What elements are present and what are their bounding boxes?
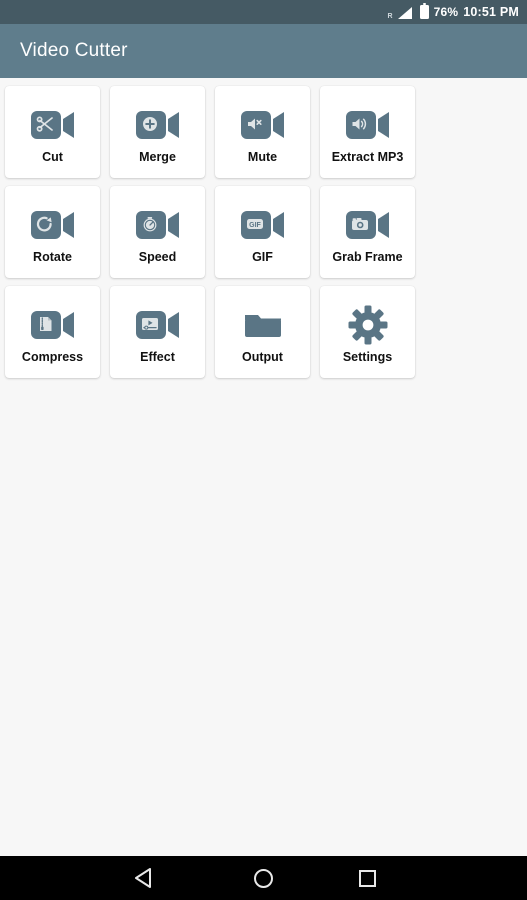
feature-tile-label: Compress [21,349,84,364]
folder-glyph [244,314,281,337]
video-camera-frame [135,110,179,139]
speaker-wave-video-icon [344,101,392,149]
gif-badge-video-icon: GIF [239,201,287,249]
feature-tile-settings[interactable]: Settings [320,286,415,378]
folder-icon [241,301,285,349]
feature-tile-label: Grab Frame [332,249,403,264]
rotate-video-icon [29,201,77,249]
feature-tile-label: Effect [140,349,175,364]
play-slider-video-icon [134,301,182,349]
video-camera-frame [345,210,389,239]
feature-tile-label: GIF [252,249,273,264]
photo-camera-video-icon [344,201,392,249]
video-camera-frame [30,210,74,239]
feature-tile-label: Speed [138,249,177,264]
app-bar: Video Cutter [0,24,527,78]
scissors-video-icon [29,101,77,149]
android-navigation-bar [0,856,527,900]
video-camera-frame [30,310,74,339]
feature-tile-label: Rotate [33,249,72,264]
video-camera-frame [240,110,284,139]
recents-icon[interactable] [359,869,376,887]
feature-tile-speed[interactable]: Speed [110,186,205,278]
video-camera-frame [30,110,74,139]
feature-tile-label: Output [242,349,283,364]
plus-circle-video-icon [134,101,182,149]
feature-tile-extract-mp3[interactable]: Extract MP3 [320,86,415,178]
feature-tile-grab-frame[interactable]: Grab Frame [320,186,415,278]
status-bar-right-cluster: R 76% 10:51 PM [387,2,519,20]
video-camera-frame: GIF [240,210,284,239]
feature-tile-label: Merge [139,149,176,164]
gear-glyph [348,305,387,345]
feature-tile-label: Cut [42,149,63,164]
feature-tile-merge[interactable]: Merge [110,86,205,178]
clock-label: 10:51 PM [463,5,519,19]
feature-tile-compress[interactable]: Compress [5,286,100,378]
video-camera-frame [345,110,389,139]
feature-tile-rotate[interactable]: Rotate [5,186,100,278]
feature-grid: Cut Merge Mute Extract MP3 Rotate Speed … [0,78,527,386]
stopwatch-video-icon [134,201,182,249]
feature-tile-label: Settings [342,349,393,364]
video-camera-frame [135,210,179,239]
video-camera-frame [135,310,179,339]
feature-tile-mute[interactable]: Mute [215,86,310,178]
feature-tile-output[interactable]: Output [215,286,310,378]
feature-tile-label: Extract MP3 [331,149,404,164]
feature-tile-cut[interactable]: Cut [5,86,100,178]
status-bar: R 76% 10:51 PM [0,0,527,24]
signal-bars-icon [397,7,412,19]
gear-icon [347,301,389,349]
battery-percent-label: 76% [433,5,459,19]
svg-text:GIF: GIF [249,222,261,229]
battery-icon [419,2,429,19]
roaming-indicator-icon: R [387,12,393,20]
page-title: Video Cutter [20,40,128,61]
feature-tile-effect[interactable]: Effect [110,286,205,378]
zip-document-video-icon [29,301,77,349]
back-icon[interactable] [135,868,168,888]
speaker-mute-video-icon [239,101,287,149]
home-icon[interactable] [254,868,273,888]
feature-tile-gif[interactable]: GIF GIF [215,186,310,278]
feature-tile-label: Mute [247,149,278,164]
